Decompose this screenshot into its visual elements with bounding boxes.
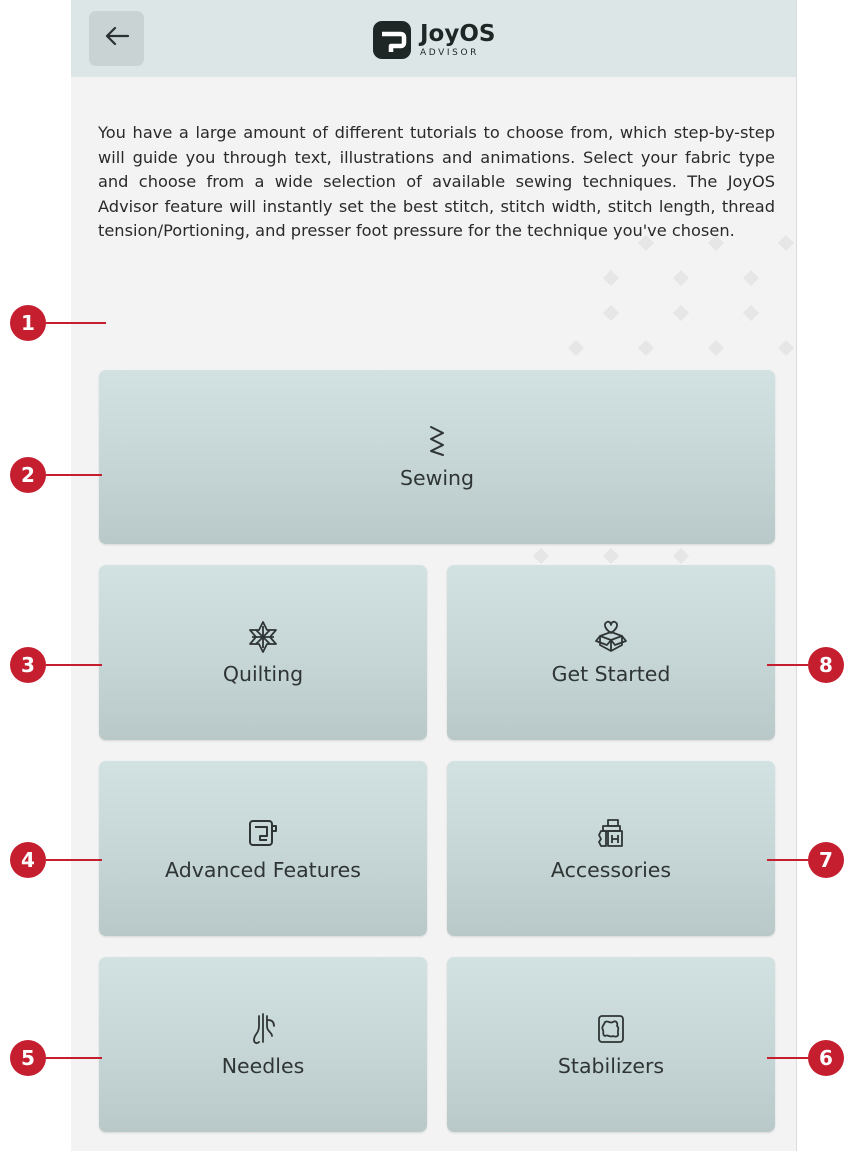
callout-2: 2	[10, 457, 46, 493]
stabilizers-tile[interactable]: Stabilizers	[447, 957, 775, 1132]
back-button[interactable]	[89, 11, 144, 66]
needles-tile[interactable]: Needles	[99, 957, 427, 1132]
callout-5-leader	[46, 1057, 102, 1059]
callout-2-leader	[46, 474, 102, 476]
advisor-screen: JoyOS ADVISOR You have a large amount of…	[71, 0, 797, 1151]
quilting-tile[interactable]: Quilting	[99, 565, 427, 740]
callout-4-leader	[46, 859, 102, 861]
callout-8: 8	[808, 647, 844, 683]
gift-box-heart-icon	[594, 620, 628, 654]
callout-6: 6	[808, 1040, 844, 1076]
get-started-tile[interactable]: Get Started	[447, 565, 775, 740]
sewing-label: Sewing	[399, 466, 475, 490]
logo-name: JoyOS	[420, 20, 496, 47]
callout-3-leader	[46, 664, 102, 666]
callout-8-leader	[767, 664, 808, 666]
stabilizers-label: Stabilizers	[557, 1053, 665, 1078]
accessories-label: Accessories	[550, 857, 672, 882]
advanced-features-tile[interactable]: Advanced Features	[99, 761, 427, 936]
quilt-star-icon	[246, 620, 280, 654]
stabilizer-patch-icon	[594, 1012, 628, 1046]
callout-7: 7	[808, 842, 844, 878]
callout-1: 1	[10, 305, 46, 341]
logo-subtitle: ADVISOR	[420, 47, 479, 58]
needle-icon	[246, 1012, 280, 1046]
callout-6-leader	[767, 1057, 808, 1059]
joyos-logo-icon	[373, 21, 411, 59]
callout-7-leader	[767, 859, 808, 861]
presser-foot-icon	[594, 816, 628, 850]
callout-5: 5	[10, 1040, 46, 1076]
callout-3: 3	[10, 647, 46, 683]
sewing-machine-icon	[246, 816, 280, 850]
accessories-tile[interactable]: Accessories	[447, 761, 775, 936]
needles-label: Needles	[221, 1053, 305, 1078]
callout-1-leader	[46, 322, 106, 324]
intro-text: You have a large amount of different tut…	[98, 123, 775, 240]
quilting-label: Quilting	[222, 661, 304, 686]
zigzag-stitch-icon	[427, 424, 447, 458]
callout-4: 4	[10, 842, 46, 878]
arrow-left-icon	[104, 26, 130, 51]
advanced-features-label: Advanced Features	[165, 857, 361, 882]
get-started-label: Get Started	[551, 661, 671, 686]
joyos-advisor-logo: JoyOS ADVISOR	[373, 18, 495, 62]
app-header: JoyOS ADVISOR	[71, 0, 796, 77]
sewing-tile[interactable]: Sewing	[99, 370, 775, 544]
